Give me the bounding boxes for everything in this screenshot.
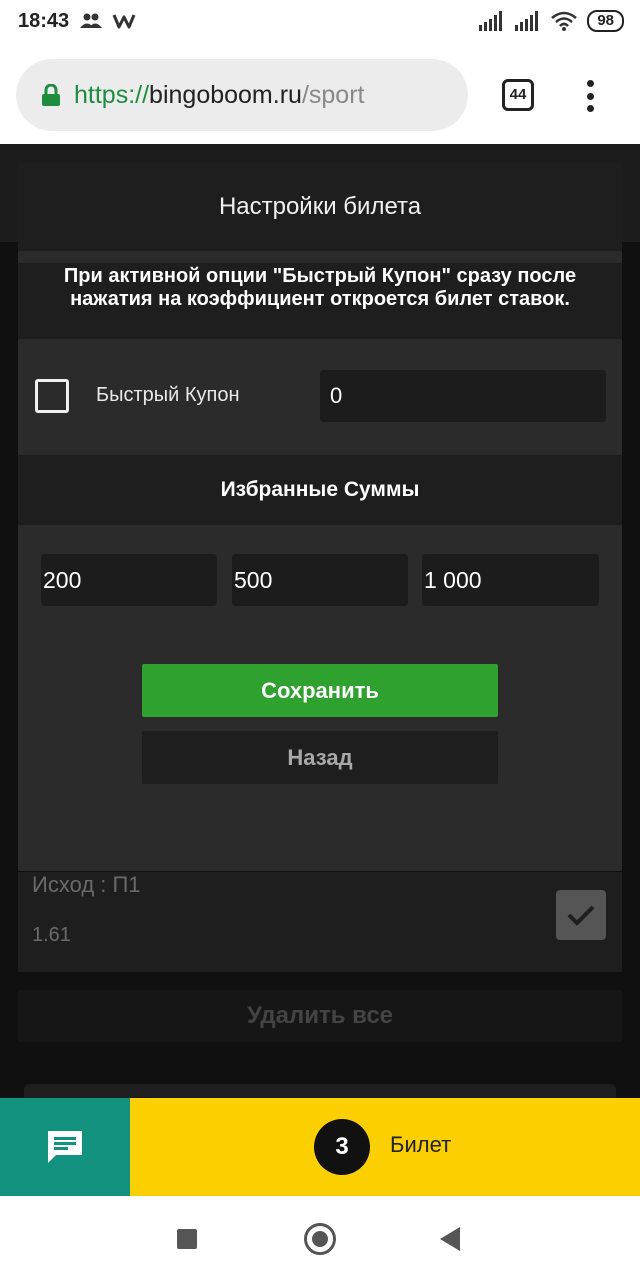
chat-icon	[48, 1131, 82, 1163]
favorite-amount-input-2[interactable]	[232, 554, 408, 606]
chat-button[interactable]	[0, 1098, 130, 1196]
favorite-amount-input-1[interactable]	[41, 554, 217, 606]
ticket-label: Билет	[390, 1132, 452, 1157]
android-nav-bar	[0, 1196, 640, 1280]
tab-switcher-button[interactable]: 44	[502, 79, 534, 111]
ticket-settings-modal: Настройки билета При активной опции "Быс…	[18, 163, 622, 871]
quick-coupon-amount-input[interactable]	[320, 370, 606, 422]
modal-title: Настройки билета	[18, 163, 622, 251]
w-app-icon	[112, 14, 136, 29]
ticket-bar[interactable]: 3 Билет	[130, 1098, 640, 1196]
url-bar[interactable]: https://bingoboom.ru/sport	[16, 59, 468, 131]
wifi-icon	[551, 11, 578, 31]
status-right-icons: 98	[479, 10, 624, 32]
outcome-checkbox[interactable]	[556, 890, 606, 940]
status-notification-icons	[80, 12, 136, 30]
favorite-amount-input-3[interactable]	[422, 554, 599, 606]
battery-indicator: 98	[587, 10, 624, 32]
status-time: 18:43	[18, 10, 70, 32]
outcome-label: Исход : П1	[32, 872, 141, 897]
ticket-count-badge: 3	[314, 1119, 370, 1175]
signal-icon-2	[515, 11, 539, 31]
status-bar: 18:43 98	[0, 0, 640, 44]
home-icon[interactable]	[304, 1223, 336, 1255]
back-button[interactable]: Назад	[142, 731, 498, 784]
checkmark-icon	[567, 905, 595, 926]
signal-icon	[479, 11, 503, 31]
browser-menu-icon[interactable]	[584, 80, 596, 112]
back-nav-icon[interactable]	[440, 1227, 460, 1251]
browser-toolbar: https://bingoboom.ru/sport 44	[0, 44, 640, 144]
delete-all-button[interactable]: Удалить все	[18, 990, 622, 1042]
recents-icon[interactable]	[177, 1229, 197, 1249]
quick-coupon-row: Быстрый Купон	[18, 339, 622, 455]
lock-icon	[42, 84, 60, 106]
save-button[interactable]: Сохранить	[142, 664, 498, 717]
favorite-amounts-title: Избранные Суммы	[18, 455, 622, 525]
quick-coupon-label: Быстрый Купон	[96, 384, 240, 406]
url-path: /sport	[301, 80, 365, 109]
url-host: bingoboom.ru	[149, 80, 302, 109]
people-icon	[80, 13, 102, 28]
quick-coupon-info: При активной опции "Быстрый Купон" сразу…	[18, 263, 622, 339]
bet-outcome-card: Исход : П1 1.61	[18, 872, 622, 972]
quick-coupon-checkbox[interactable]	[35, 379, 69, 413]
url-scheme: https://	[74, 80, 150, 109]
outcome-odds: 1.61	[32, 924, 71, 946]
